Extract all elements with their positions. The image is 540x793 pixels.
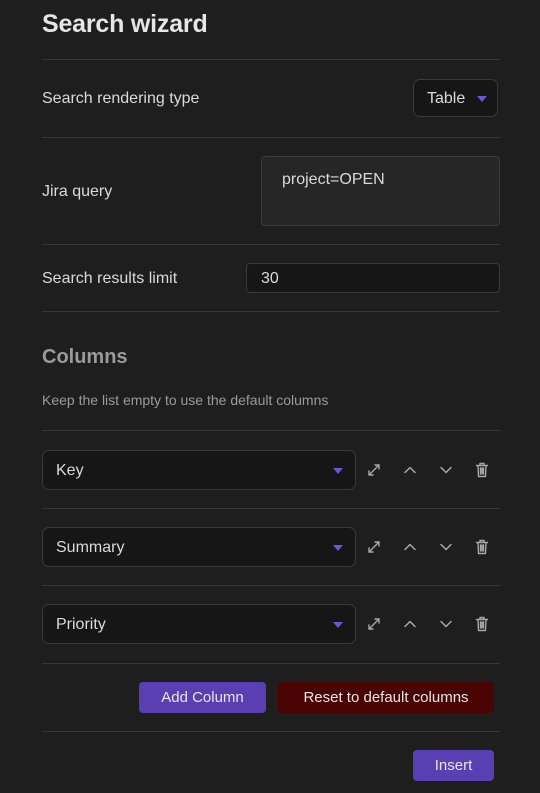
chevron-down-icon — [333, 545, 343, 551]
column-select[interactable]: Key — [42, 450, 356, 490]
expand-icon[interactable] — [364, 537, 384, 557]
page-title: Search wizard — [42, 10, 208, 38]
divider — [42, 311, 500, 312]
divider — [42, 137, 500, 138]
add-column-button[interactable]: Add Column — [139, 682, 266, 713]
divider — [42, 508, 500, 509]
rendering-type-value: Table — [427, 90, 466, 107]
move-up-icon[interactable] — [400, 460, 420, 480]
column-select[interactable]: Priority — [42, 604, 356, 644]
chevron-down-icon — [477, 96, 487, 102]
move-down-icon[interactable] — [436, 460, 456, 480]
divider — [42, 59, 500, 60]
column-select[interactable]: Summary — [42, 527, 356, 567]
move-down-icon[interactable] — [436, 537, 456, 557]
divider — [42, 585, 500, 586]
column-row: Priority — [42, 604, 500, 644]
trash-icon[interactable] — [472, 460, 492, 480]
column-select-value: Key — [56, 462, 84, 479]
divider — [42, 731, 500, 732]
divider — [42, 663, 500, 664]
move-down-icon[interactable] — [436, 614, 456, 634]
results-limit-input[interactable]: 30 — [246, 263, 500, 293]
move-up-icon[interactable] — [400, 614, 420, 634]
expand-icon[interactable] — [364, 460, 384, 480]
columns-hint: Keep the list empty to use the default c… — [42, 392, 329, 408]
insert-button[interactable]: Insert — [413, 750, 494, 781]
divider — [42, 430, 500, 431]
results-limit-value: 30 — [261, 270, 279, 287]
reset-columns-button[interactable]: Reset to default columns — [278, 682, 494, 713]
rendering-type-label: Search rendering type — [42, 90, 200, 107]
trash-icon[interactable] — [472, 537, 492, 557]
column-row: Summary — [42, 527, 500, 567]
jira-query-value: project=OPEN — [282, 171, 385, 188]
trash-icon[interactable] — [472, 614, 492, 634]
column-row: Key — [42, 450, 500, 490]
columns-heading: Columns — [42, 346, 128, 368]
jira-query-label: Jira query — [42, 183, 113, 200]
rendering-type-dropdown[interactable]: Table — [413, 79, 498, 117]
chevron-down-icon — [333, 622, 343, 628]
jira-query-textarea[interactable]: project=OPEN — [261, 156, 500, 226]
column-select-value: Priority — [56, 616, 106, 633]
chevron-down-icon — [333, 468, 343, 474]
results-limit-label: Search results limit — [42, 270, 178, 287]
column-select-value: Summary — [56, 539, 125, 556]
move-up-icon[interactable] — [400, 537, 420, 557]
expand-icon[interactable] — [364, 614, 384, 634]
search-wizard: Search wizard Search rendering type Tabl… — [0, 0, 540, 793]
divider — [42, 244, 500, 245]
